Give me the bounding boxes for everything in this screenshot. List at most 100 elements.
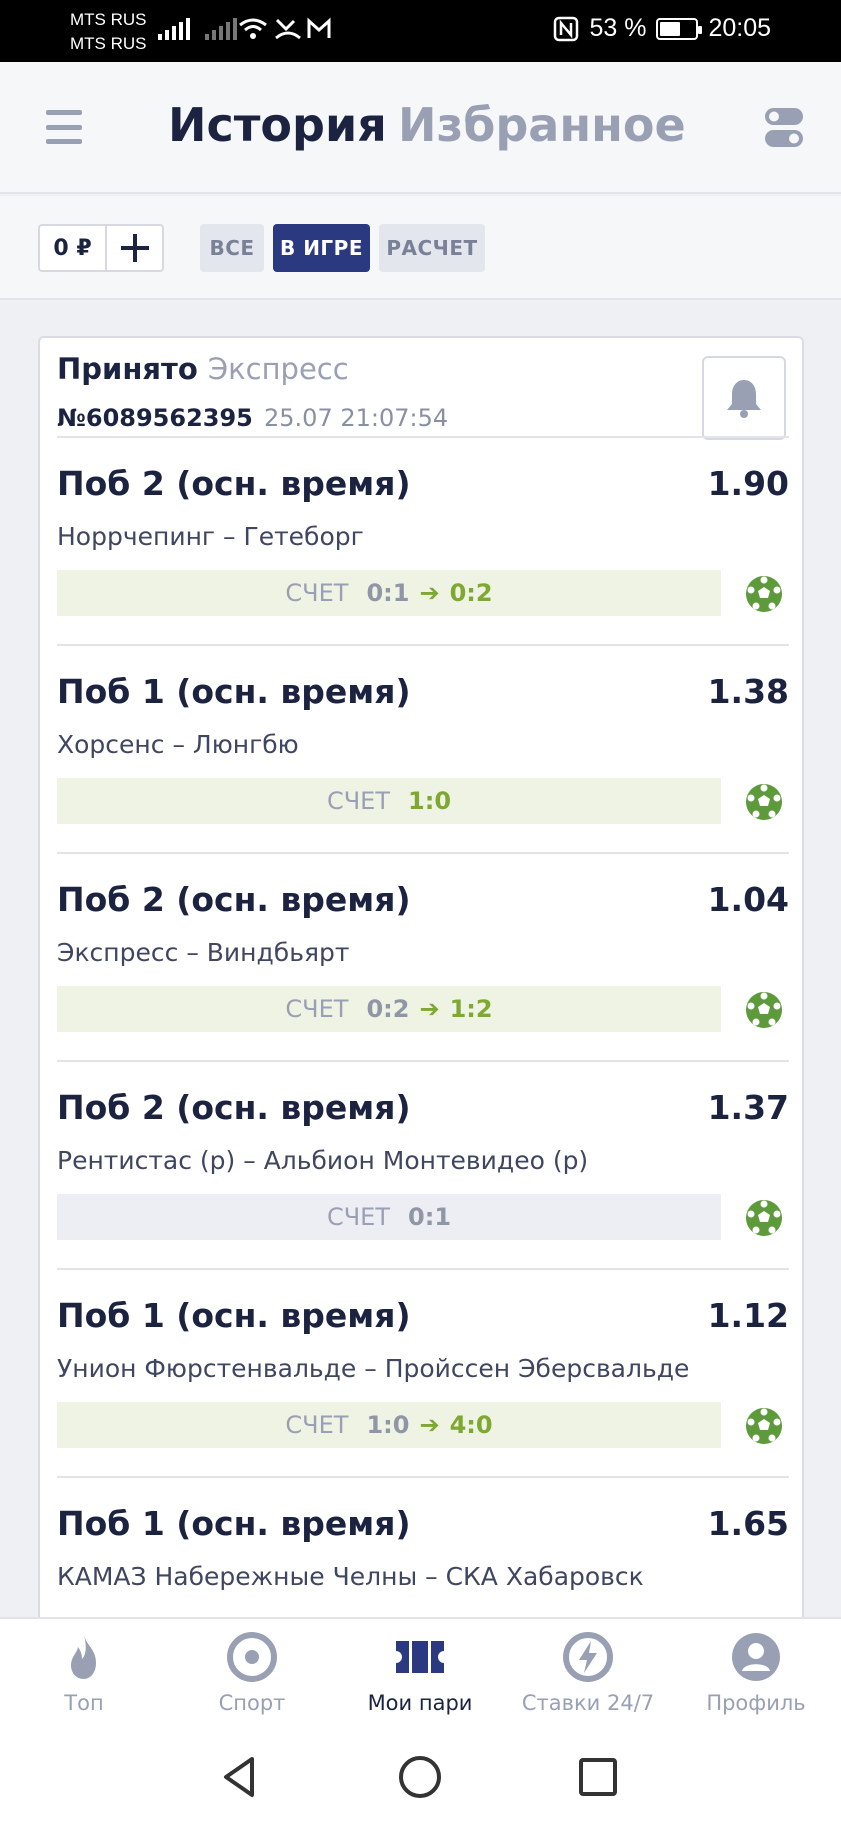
- event-score: СЧЕТ 1:0: [57, 778, 721, 824]
- profile-icon: [732, 1633, 780, 1681]
- event-row[interactable]: Поб 2 (осн. время) 1.37 Рентистас (р) – …: [57, 1060, 789, 1268]
- carrier-info: MTS RUS MTS RUS: [70, 8, 147, 56]
- event-row[interactable]: Поб 1 (осн. время) 1.38 Хорсенс – Люнгбю…: [57, 644, 789, 852]
- arrow-right-icon: ➔: [419, 579, 440, 607]
- score-new: 1:2: [449, 995, 493, 1023]
- bet-number: №6089562395: [57, 404, 253, 432]
- event-teams: Норрчепинг – Гетеборг: [57, 522, 364, 551]
- event-outcome: Поб 1 (осн. время): [57, 1296, 411, 1335]
- hamburger-icon[interactable]: [46, 110, 82, 144]
- bet-status: Принято: [57, 352, 198, 386]
- status-right: 53 % 20:05: [553, 14, 771, 43]
- score-label: СЧЕТ: [285, 579, 349, 607]
- nav-bets-247[interactable]: Ставки 24/7: [504, 1619, 672, 1735]
- score-old: 0:2: [366, 995, 410, 1023]
- event-teams: Хорсенс – Люнгбю: [57, 730, 299, 759]
- score-value: 0:2 ➔ 1:2: [366, 995, 492, 1023]
- score-value: 1:0 ➔ 4:0: [366, 1411, 492, 1439]
- bell-icon: [727, 380, 761, 418]
- nav-label: Спорт: [218, 1691, 286, 1715]
- football-icon: [746, 1408, 782, 1444]
- bet-type: Экспресс: [207, 352, 349, 386]
- event-score: СЧЕТ 0:1 ➔ 0:2: [57, 570, 721, 616]
- event-teams: КАМАЗ Набережные Челны – СКА Хабаровск: [57, 1562, 644, 1591]
- balance-widget: 0 ₽: [38, 224, 164, 272]
- nav-label: Ставки 24/7: [521, 1691, 655, 1715]
- nav-my-bets[interactable]: Мои пари: [336, 1619, 504, 1735]
- back-icon[interactable]: [214, 1751, 266, 1803]
- event-odds: 1.65: [707, 1504, 789, 1543]
- plus-icon[interactable]: [107, 226, 162, 270]
- score-new: 1:0: [408, 787, 452, 815]
- score-new: 0:1: [408, 1203, 452, 1231]
- chip-settled[interactable]: РАСЧЕТ: [379, 224, 485, 272]
- wifi-icon: [239, 18, 267, 39]
- nav-label: Профиль: [706, 1691, 806, 1715]
- home-icon[interactable]: [394, 1751, 446, 1803]
- recents-icon[interactable]: [572, 1751, 624, 1803]
- signal-1-icon: [158, 18, 190, 40]
- football-icon: [746, 1200, 782, 1236]
- chip-in-game[interactable]: В ИГРЕ: [273, 224, 370, 272]
- score-new: 4:0: [449, 1411, 493, 1439]
- event-row[interactable]: Поб 2 (осн. время) 1.04 Экспресс – Виндб…: [57, 852, 789, 1060]
- football-icon: [746, 992, 782, 1028]
- event-outcome: Поб 1 (осн. время): [57, 1504, 411, 1543]
- chip-all[interactable]: ВСЕ: [200, 224, 264, 272]
- score-value: 1:0: [408, 787, 451, 815]
- score-label: СЧЕТ: [326, 787, 391, 815]
- arrow-right-icon: ➔: [419, 1411, 440, 1439]
- ticket-icon: [396, 1641, 444, 1673]
- battery-percent: 53 %: [589, 14, 647, 42]
- nav-top[interactable]: Топ: [0, 1619, 168, 1735]
- filter-bar: 0 ₽ ВСЕ В ИГРЕ РАСЧЕТ: [0, 196, 841, 300]
- nav-profile[interactable]: Профиль: [672, 1619, 840, 1735]
- balance-value: 0 ₽: [40, 226, 107, 270]
- event-outcome: Поб 2 (осн. время): [57, 880, 411, 919]
- carrier-2: MTS RUS: [70, 34, 147, 53]
- event-outcome: Поб 1 (осн. время): [57, 672, 411, 711]
- event-odds: 1.90: [707, 464, 789, 503]
- event-score: СЧЕТ 0:2 ➔ 1:2: [57, 986, 721, 1032]
- nfc-icon: [554, 16, 579, 41]
- signal-2-icon: [205, 18, 237, 40]
- app-header: История Избранное: [0, 62, 841, 194]
- event-odds: 1.12: [707, 1296, 789, 1335]
- event-odds: 1.37: [707, 1088, 789, 1127]
- score-new: 0:2: [449, 579, 493, 607]
- score-old: 0:1: [366, 579, 410, 607]
- bet-status-line: Принято Экспресс: [57, 352, 349, 386]
- target-icon: [227, 1632, 277, 1682]
- bet-datetime: 25.07 21:07:54: [264, 404, 449, 432]
- score-label: СЧЕТ: [285, 995, 349, 1023]
- score-value: 0:1: [408, 1203, 451, 1231]
- nav-sport[interactable]: Спорт: [168, 1619, 336, 1735]
- event-odds: 1.04: [707, 880, 789, 919]
- battery-icon: [656, 17, 703, 40]
- lightning-icon: [563, 1632, 613, 1682]
- clock: 20:05: [708, 14, 771, 42]
- score-value: 0:1 ➔ 0:2: [366, 579, 492, 607]
- event-outcome: Поб 2 (осн. время): [57, 1088, 411, 1127]
- tab-history[interactable]: История: [168, 98, 387, 152]
- missed-call-icon: [275, 18, 301, 40]
- bottom-nav: Топ Спорт Мои пари Ставки 24/7 Профиль: [0, 1617, 841, 1733]
- notify-button[interactable]: [702, 356, 786, 440]
- event-row[interactable]: Поб 1 (осн. время) 1.65 КАМАЗ Набережные…: [57, 1476, 789, 1634]
- event-score: СЧЕТ 1:0 ➔ 4:0: [57, 1402, 721, 1448]
- system-nav: [0, 1733, 841, 1822]
- event-row[interactable]: Поб 2 (осн. время) 1.90 Норрчепинг – Гет…: [57, 436, 789, 644]
- event-row[interactable]: Поб 1 (осн. время) 1.12 Унион Фюрстенвал…: [57, 1268, 789, 1476]
- nav-label: Топ: [64, 1691, 104, 1715]
- bet-card[interactable]: Принято Экспресс №6089562395 25.07 21:07…: [38, 336, 804, 1636]
- flame-icon: [71, 1635, 96, 1679]
- gmail-icon: [307, 17, 331, 38]
- event-teams: Экспресс – Виндбьярт: [57, 938, 350, 967]
- tab-favorites[interactable]: Избранное: [398, 98, 686, 152]
- nav-label: Мои пари: [367, 1691, 473, 1715]
- football-icon: [746, 576, 782, 612]
- score-label: СЧЕТ: [326, 1203, 391, 1231]
- event-outcome: Поб 2 (осн. время): [57, 464, 411, 503]
- carrier-1: MTS RUS: [70, 10, 147, 29]
- toggle-settings-icon[interactable]: [764, 106, 804, 150]
